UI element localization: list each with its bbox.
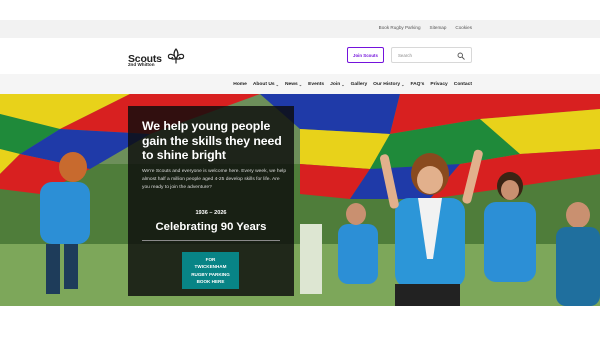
nav-item-label: Contact [453,81,472,87]
chevron-down-icon: ⌄ [275,81,279,87]
nav-item-label: News [284,81,298,87]
hero-content-panel: We help young people gain the skills the… [128,106,294,296]
nav-item-label: Join [330,81,341,87]
nav-item-contact[interactable]: Contact [454,82,472,87]
utility-link-cookies[interactable]: Cookies [455,25,472,30]
main-nav: Home About Us ⌄ News ⌄ Events Join ⌄ Galler… [233,74,472,94]
nav-item-label: Home [233,81,247,87]
chevron-down-icon: ⌄ [298,81,303,87]
rugby-parking-button[interactable]: FOR TWICKENHAM RUGBY PARKING BOOK HERE [182,252,239,289]
hero-banner: We help young people gain the skills the… [0,94,600,306]
nav-item-privacy[interactable]: Privacy [430,82,447,87]
site-logo[interactable]: Scouts 2nd Whitton [128,48,185,67]
hero-photo [0,94,600,306]
cta-line-1: FOR [205,257,216,262]
nav-item-label: Events [308,81,325,87]
nav-item-label: FAQ's [410,81,425,87]
join-scouts-button[interactable]: Join Scouts [347,47,384,63]
hero-description: We're Scouts and everyone is welcome her… [142,169,287,191]
logo-group-name: 2nd Whitton [128,62,155,67]
hero-heading: We help young people gain the skills the… [142,119,282,162]
panel-divider [142,240,280,241]
main-nav-bar: Home About Us ⌄ News ⌄ Events Join ⌄ Galler… [0,74,600,94]
cta-line-3: RUGBY PARKING [191,271,230,277]
site-header: Scouts 2nd Whitton Join Scouts [0,38,600,74]
search-input[interactable] [398,52,453,59]
cta-line-4: BOOK HERE [196,278,225,284]
nav-item-label: Privacy [430,81,448,87]
anniversary-years: 1936 – 2026 [195,210,227,216]
utility-link-sitemap[interactable]: Sitemap [430,25,447,30]
nav-item-our-history[interactable]: Our History ⌄ [373,82,404,87]
utility-link-rugby-parking[interactable]: Book Rugby Parking [379,25,421,30]
nav-item-news[interactable]: News ⌄ [285,82,302,87]
nav-item-faqs[interactable]: FAQ's [410,82,424,87]
page: Book Rugby Parking Sitemap Cookies Scout… [0,0,600,338]
search-box [391,47,472,63]
utility-links: Book Rugby Parking Sitemap Cookies [379,25,472,30]
chevron-down-icon: ⌄ [401,81,405,87]
nav-item-gallery[interactable]: Gallery [351,82,368,87]
nav-item-label: Gallery [350,81,368,87]
nav-item-about-us[interactable]: About Us ⌄ [253,82,279,87]
search-icon[interactable] [457,52,465,60]
cta-line-2: TWICKENHAM [194,264,227,270]
nav-item-events[interactable]: Events [308,82,324,87]
nav-item-home[interactable]: Home [233,82,247,87]
nav-item-join[interactable]: Join ⌄ [330,82,344,87]
fleur-de-lis-icon [167,48,185,64]
utility-bar: Book Rugby Parking Sitemap Cookies [0,20,600,38]
nav-item-label: Our History [373,81,401,87]
anniversary-heading: Celebrating 90 Years [155,221,267,233]
chevron-down-icon: ⌄ [341,81,345,87]
nav-item-label: About Us [252,81,275,87]
